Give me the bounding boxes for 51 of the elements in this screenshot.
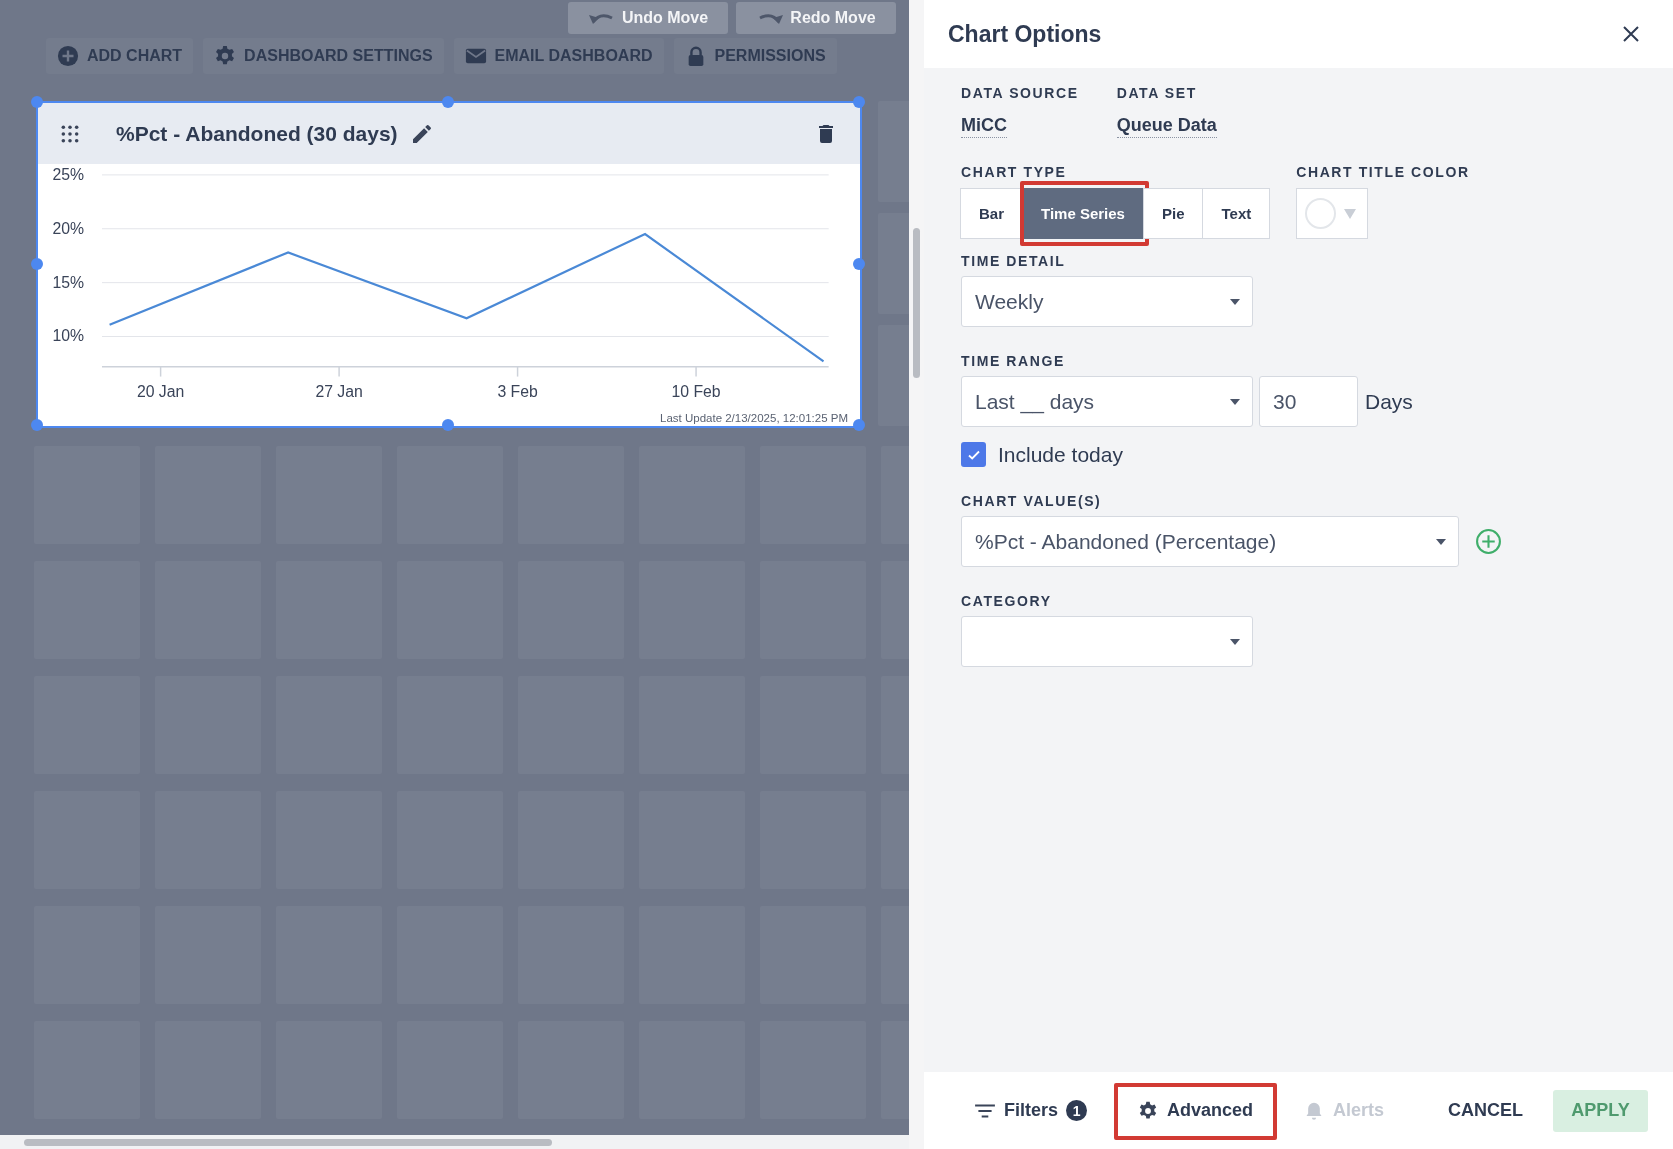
- add-icon[interactable]: [1475, 528, 1502, 555]
- checkbox-label: Include today: [998, 442, 1123, 467]
- days-input[interactable]: 30: [1259, 376, 1358, 427]
- close-icon[interactable]: [1621, 24, 1641, 44]
- chart-type-button[interactable]: Bar: [960, 188, 1023, 239]
- cancel-button[interactable]: CANCEL: [1442, 1100, 1529, 1121]
- field-label: CATEGORY: [961, 593, 1052, 609]
- y-tick-label: 25%: [52, 165, 85, 183]
- checkbox[interactable]: [961, 442, 986, 467]
- field-label: CHART TITLE COLOR: [1296, 164, 1470, 180]
- x-tick-label: 20 Jan: [136, 383, 185, 401]
- plus-icon: [57, 45, 79, 67]
- field-label: CHART TYPE: [961, 164, 1067, 180]
- resize-handle[interactable]: [31, 257, 43, 270]
- time-range-dropdown[interactable]: Last __ days: [961, 376, 1253, 427]
- data-set-link[interactable]: Queue Data: [1116, 115, 1217, 138]
- filter-count-badge: 1: [1066, 1100, 1088, 1121]
- resize-handle[interactable]: [31, 419, 43, 431]
- field-label: DATA SOURCE: [961, 85, 1079, 101]
- advanced-button[interactable]: Advanced: [1129, 1088, 1262, 1133]
- y-tick-label: 10%: [52, 327, 85, 345]
- last-update-text: Last Update 2/13/2025, 12:01:25 PM: [660, 412, 848, 424]
- chart-type-button[interactable]: Pie: [1142, 188, 1204, 239]
- horizontal-scrollbar[interactable]: [0, 1135, 909, 1149]
- filters-button[interactable]: Filters 1: [966, 1088, 1096, 1133]
- field-label: TIME RANGE: [961, 353, 1065, 369]
- x-tick-label: 10 Feb: [671, 383, 721, 401]
- field-label: TIME DETAIL: [961, 253, 1066, 269]
- chart-title: %Pct - Abandoned (30 days): [116, 121, 398, 146]
- resize-handle[interactable]: [853, 257, 865, 270]
- settings-icon: [214, 45, 237, 67]
- chart-type-button[interactable]: Time Series: [1022, 188, 1144, 239]
- x-tick-label: 27 Jan: [315, 383, 363, 401]
- y-tick-label: 20%: [52, 219, 85, 237]
- panel-title: Chart Options: [948, 20, 1102, 48]
- data-source-link[interactable]: MiCC: [961, 115, 1007, 138]
- chart-type-button[interactable]: Text: [1202, 188, 1271, 239]
- x-tick-label: 3 Feb: [497, 383, 538, 401]
- resize-handle[interactable]: [442, 419, 454, 431]
- vertical-scrollbar[interactable]: [909, 0, 924, 1149]
- field-label: DATA SET: [1116, 85, 1197, 101]
- resize-handle[interactable]: [31, 96, 43, 108]
- resize-handle[interactable]: [853, 96, 865, 108]
- y-tick-label: 15%: [52, 273, 85, 291]
- resize-handle[interactable]: [853, 419, 865, 431]
- field-label: CHART VALUE(S): [961, 493, 1102, 509]
- days-unit-label: Days: [1365, 389, 1413, 414]
- time-detail-dropdown[interactable]: Weekly: [961, 276, 1253, 327]
- chart-value-dropdown[interactable]: %Pct - Abandoned (Percentage): [961, 516, 1459, 567]
- resize-handle[interactable]: [442, 96, 454, 108]
- color-picker[interactable]: [1296, 188, 1369, 239]
